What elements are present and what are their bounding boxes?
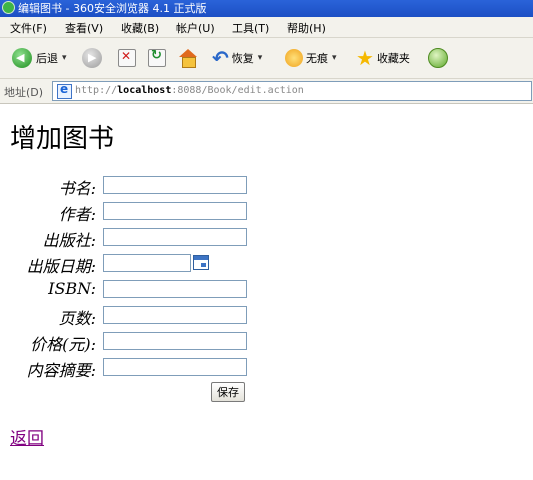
star-icon: ★ <box>356 46 374 70</box>
label-pages: 页数: <box>58 309 96 328</box>
notrace-button-label: 无痕 <box>306 52 328 65</box>
history-button[interactable] <box>428 46 448 70</box>
publish-date-input[interactable] <box>103 254 191 272</box>
history-icon <box>428 48 448 68</box>
chevron-down-icon[interactable]: ▾ <box>62 53 67 63</box>
price-input[interactable] <box>103 332 247 350</box>
author-input[interactable] <box>103 202 247 220</box>
refresh-icon <box>148 48 166 67</box>
menu-file[interactable]: 文件(F) <box>10 20 47 36</box>
window-titlebar: 编辑图书 - 360安全浏览器 4.1 正式版 <box>0 0 533 17</box>
back-button-label: 后退 <box>36 52 58 65</box>
title-input[interactable] <box>103 176 247 194</box>
paw-icon <box>285 49 303 67</box>
stop-icon <box>118 49 136 67</box>
home-icon <box>178 49 198 68</box>
label-summary: 内容摘要: <box>26 361 96 380</box>
summary-input[interactable] <box>103 358 247 376</box>
favorites-button-label: 收藏夹 <box>376 52 410 65</box>
menu-account[interactable]: 帐户(U) <box>176 20 215 36</box>
calendar-icon[interactable] <box>193 255 209 270</box>
back-link[interactable]: 返回 <box>10 424 44 449</box>
save-button[interactable]: 保存 <box>211 382 245 402</box>
menu-bar: 文件(F) 查看(V) 收藏(B) 帐户(U) 工具(T) 帮助(H) <box>0 17 533 38</box>
address-label: 地址(D) <box>4 86 44 99</box>
url-input[interactable]: http://localhost:8088/Book/edit.action <box>52 81 532 101</box>
pages-input[interactable] <box>103 306 247 324</box>
label-publisher: 出版社: <box>42 231 96 250</box>
page-icon <box>57 82 72 99</box>
stop-button[interactable] <box>118 46 136 70</box>
menu-tools[interactable]: 工具(T) <box>232 20 269 36</box>
page-title: 增加图书 <box>10 124 115 154</box>
menu-view[interactable]: 查看(V) <box>65 20 103 36</box>
label-isbn: ISBN: <box>48 279 96 298</box>
back-arrow-icon <box>12 48 32 68</box>
url-text[interactable]: http://localhost:8088/Book/edit.action <box>75 85 304 96</box>
label-author: 作者: <box>58 205 96 224</box>
window-title: 编辑图书 - 360安全浏览器 4.1 正式版 <box>18 2 207 15</box>
favorites-button[interactable]: ★ 收藏夹 <box>356 46 410 70</box>
refresh-button[interactable] <box>148 46 166 70</box>
restore-button-label: 恢复 <box>231 52 254 65</box>
restore-button[interactable]: ↶ 恢复 ▾ <box>212 46 262 70</box>
forward-arrow-icon <box>82 48 102 68</box>
forward-button[interactable] <box>82 46 102 70</box>
chevron-down-icon[interactable]: ▾ <box>258 53 263 63</box>
label-title: 书名: <box>58 179 96 198</box>
publisher-input[interactable] <box>103 228 247 246</box>
menu-favorites[interactable]: 收藏(B) <box>121 20 159 36</box>
undo-arrow-icon: ↶ <box>212 46 229 70</box>
menu-help[interactable]: 帮助(H) <box>287 20 326 36</box>
back-button[interactable]: 后退 ▾ <box>12 46 67 70</box>
isbn-input[interactable] <box>103 280 247 298</box>
home-button[interactable] <box>178 46 198 70</box>
toolbar: 后退 ▾ ↶ 恢复 ▾ 无痕 ▾ ★ 收藏夹 <box>0 38 533 79</box>
label-price: 价格(元): <box>30 335 96 354</box>
address-bar: 地址(D) http://localhost:8088/Book/edit.ac… <box>0 79 533 104</box>
browser-logo-icon <box>2 1 15 14</box>
chevron-down-icon[interactable]: ▾ <box>332 53 337 63</box>
label-publish-date: 出版日期: <box>26 257 96 276</box>
notrace-button[interactable]: 无痕 ▾ <box>285 46 337 70</box>
